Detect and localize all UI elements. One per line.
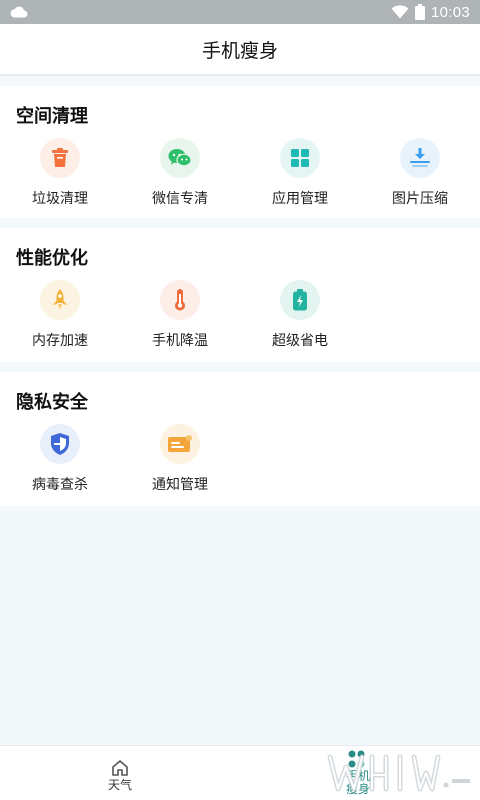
app-grid-icon xyxy=(291,149,309,167)
wechat-clean-icon-wrap xyxy=(160,138,200,178)
feature-label: 应用管理 xyxy=(272,191,328,207)
feature-memory-boost[interactable]: 内存加速 xyxy=(0,280,120,350)
feature-label: 垃圾清理 xyxy=(32,191,88,207)
junk-clean-icon-wrap xyxy=(40,138,80,178)
trash-can-icon xyxy=(52,148,68,167)
phone-cooling-icon-wrap xyxy=(160,280,200,320)
section-space-clean: 空间清理 垃圾清理 微信专清 应用管理 图片压缩 xyxy=(0,86,480,218)
section-privacy: 隐私安全 病毒查杀 通知管理 xyxy=(0,372,480,506)
tab-weather[interactable]: 天气 xyxy=(80,746,160,800)
battery-icon xyxy=(293,289,307,311)
feature-notification-manage[interactable]: 通知管理 xyxy=(120,424,240,494)
cloud-icon xyxy=(10,6,28,18)
feature-app-manage[interactable]: 应用管理 xyxy=(240,138,360,208)
feature-phone-cooling[interactable]: 手机降温 xyxy=(120,280,240,350)
feature-label: 内存加速 xyxy=(32,333,88,349)
feature-image-compress[interactable]: 图片压缩 xyxy=(360,138,480,208)
feature-label: 图片压缩 xyxy=(392,191,448,207)
feature-label: 通知管理 xyxy=(152,477,208,493)
status-time: 10:03 xyxy=(430,3,470,21)
home-icon xyxy=(112,760,128,776)
status-bar: 10:03 xyxy=(0,0,480,24)
section-performance: 性能优化 内存加速 手机降温 超级省电 xyxy=(0,228,480,362)
tab-label: 天气 xyxy=(107,778,132,792)
shield-icon xyxy=(51,433,69,455)
battery-status-icon xyxy=(414,4,425,20)
section-title: 性能优化 xyxy=(16,248,88,269)
image-compress-icon-wrap xyxy=(400,138,440,178)
memory-boost-icon-wrap xyxy=(40,280,80,320)
wechat-icon xyxy=(168,149,192,167)
feature-label: 微信专清 xyxy=(152,191,208,207)
power-save-icon-wrap xyxy=(280,280,320,320)
feature-virus-scan[interactable]: 病毒查杀 xyxy=(0,424,120,494)
download-compress-icon xyxy=(410,148,430,167)
feature-junk-clean[interactable]: 垃圾清理 xyxy=(0,138,120,208)
feature-power-save[interactable]: 超级省电 xyxy=(240,280,360,350)
wifi-icon xyxy=(391,5,409,19)
app-manage-icon-wrap xyxy=(280,138,320,178)
watermark-logo xyxy=(327,754,470,792)
thermometer-icon xyxy=(175,289,185,311)
feature-wechat-clean[interactable]: 微信专清 xyxy=(120,138,240,208)
section-title: 空间清理 xyxy=(16,106,88,127)
app-header: 手机瘦身 xyxy=(0,24,480,76)
section-title: 隐私安全 xyxy=(16,392,88,413)
rocket-icon xyxy=(53,289,67,310)
notification-manage-icon-wrap xyxy=(160,424,200,464)
feature-label: 病毒查杀 xyxy=(32,477,88,493)
virus-scan-icon-wrap xyxy=(40,424,80,464)
feature-label: 手机降温 xyxy=(152,333,208,349)
notification-card-icon xyxy=(168,435,192,452)
feature-label: 超级省电 xyxy=(272,333,328,349)
page-title: 手机瘦身 xyxy=(201,39,278,62)
